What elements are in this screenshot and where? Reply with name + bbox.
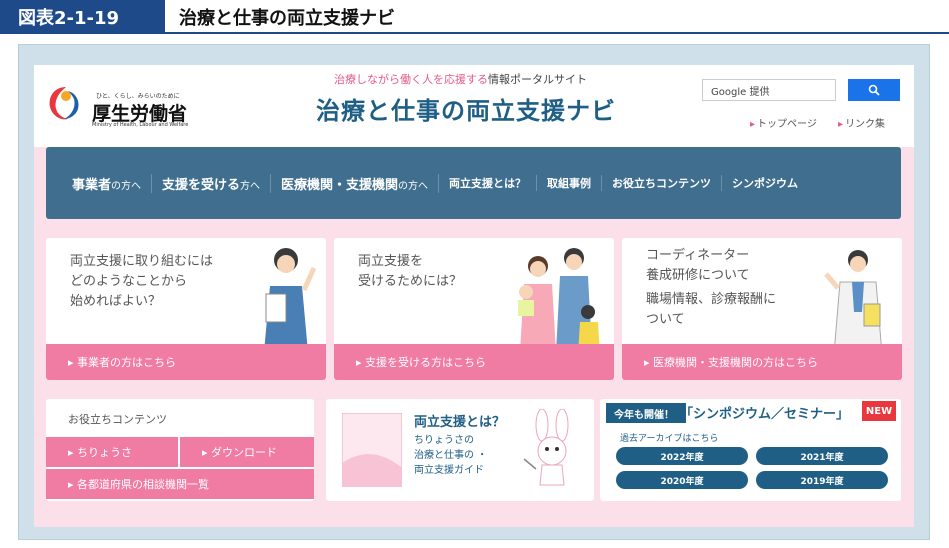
- this-year-badge: 今年も開催！: [606, 403, 686, 423]
- nav-medical-institutions[interactable]: 医療機関・支援機関の方へ: [271, 173, 440, 193]
- year-2022-button[interactable]: 2022年度: [616, 447, 748, 465]
- arrow-icon: ▸: [750, 119, 756, 130]
- arrow-icon: ▸: [644, 355, 654, 369]
- useful-contents-card: お役立ちコンテンツ ▸ ちりょうさ ▸ ダウンロード ▸ 各都道府県の相談機関一…: [46, 399, 314, 501]
- arrow-icon: ▸: [68, 355, 78, 369]
- guide-text: ちりょうさの 治療と仕事の ・両立支援ガイド: [414, 435, 488, 476]
- chiryousa-button[interactable]: ▸ ちりょうさ: [46, 437, 179, 467]
- nav-case-studies[interactable]: 取組事例: [537, 175, 603, 191]
- year-2019-button[interactable]: 2019年度: [756, 471, 888, 489]
- arrow-icon: ▸: [68, 445, 78, 459]
- card-text: 両立支援に取り組むには どのようなことから 始めればよい？: [70, 254, 214, 309]
- top-links: ▸ トップページ ▸ リンク集: [750, 115, 885, 130]
- card-text: 両立支援を 受けるためには？: [358, 254, 463, 289]
- symposium-card[interactable]: 今年も開催！ 「シンポジウム／セミナー」 NEW 過去アーカイブはこちら 202…: [600, 399, 901, 501]
- card-support-recipients[interactable]: 両立支援を 受けるためには？ ▸ 支援を受ける方はこちら: [334, 238, 614, 380]
- tagline-pink: 治療しながら働く人を応援する: [334, 73, 488, 86]
- top-page-link[interactable]: トップページ: [757, 119, 817, 130]
- arrow-icon: ▸: [202, 445, 212, 459]
- main-nav: 事業者の方へ 支援を受ける方へ 医療機関・支援機関の方へ 両立支援とは？ 取組事…: [46, 147, 901, 219]
- links-link[interactable]: リンク集: [845, 119, 885, 130]
- nav-useful-contents[interactable]: お役立ちコンテンツ: [602, 175, 723, 191]
- search-button[interactable]: [848, 79, 900, 101]
- arrow-icon: ▸: [68, 477, 78, 491]
- nav-symposium[interactable]: シンポジウム: [722, 175, 808, 191]
- tagline: 治療しながら働く人を応援する情報ポータルサイト: [334, 71, 587, 87]
- employers-link-bar[interactable]: ▸ 事業者の方はこちら: [46, 344, 326, 380]
- nav-about[interactable]: 両立支援とは？: [439, 175, 538, 191]
- tagline-dark: 情報ポータルサイト: [488, 73, 587, 86]
- mhlw-logo[interactable]: ひと、くらし、みらいのために 厚生労働省 Ministry of Health,…: [46, 79, 196, 128]
- year-2021-button[interactable]: 2021年度: [756, 447, 888, 465]
- arrow-icon: ▸: [838, 119, 844, 130]
- figure-header: 図表2-1-19 治療と仕事の両立支援ナビ: [0, 0, 949, 34]
- card-employers[interactable]: 両立支援に取り組むには どのようなことから 始めればよい？ ▸ 事業者の方はこちら: [46, 238, 326, 380]
- rabbit-mascot-illustration: [523, 409, 569, 486]
- support-recipients-link-bar[interactable]: ▸ 支援を受ける方はこちら: [334, 344, 614, 380]
- prefecture-consultation-button[interactable]: ▸ 各都道府県の相談機関一覧: [46, 469, 314, 499]
- mhlw-emblem-icon: [49, 87, 79, 120]
- site-header: ひと、くらし、みらいのために 厚生労働省 Ministry of Health,…: [34, 65, 914, 147]
- archive-label[interactable]: 過去アーカイブはこちら: [620, 431, 718, 444]
- logo-english: Ministry of Health, Labour and Welfare: [92, 122, 189, 128]
- guidebook-image: [342, 413, 402, 487]
- symposium-title[interactable]: 「シンポジウム／セミナー」: [680, 403, 849, 422]
- download-button[interactable]: ▸ ダウンロード: [180, 437, 314, 467]
- card-medical-institutions[interactable]: コーディネーター 養成研修について 職場情報、診療報酬に ついて ▸ 医療機関・支援機…: [622, 238, 902, 380]
- arrow-icon: ▸: [356, 355, 366, 369]
- nav-employers[interactable]: 事業者の方へ: [62, 173, 153, 193]
- site-title[interactable]: 治療と仕事の両立支援ナビ: [316, 91, 616, 126]
- search-input[interactable]: Google 提供: [702, 79, 836, 101]
- card-text: コーディネーター 養成研修について 職場情報、診療報酬に ついて: [646, 248, 777, 327]
- figure-label: 図表2-1-19: [0, 0, 165, 34]
- guide-card[interactable]: 両立支援とは？ ちりょうさの 治療と仕事の ・両立支援ガイド: [326, 399, 594, 501]
- medical-link-bar[interactable]: ▸ 医療機関・支援機関の方はこちら: [622, 344, 902, 380]
- contents-header: お役立ちコンテンツ: [68, 413, 167, 426]
- search-icon: [868, 84, 880, 96]
- year-2020-button[interactable]: 2020年度: [616, 471, 748, 489]
- website: ひと、くらし、みらいのために 厚生労働省 Ministry of Health,…: [34, 65, 914, 527]
- nav-support-recipients[interactable]: 支援を受ける方へ: [152, 173, 272, 193]
- new-badge: NEW: [862, 401, 896, 421]
- figure-title: 治療と仕事の両立支援ナビ: [179, 8, 395, 29]
- guide-title: 両立支援とは？: [414, 415, 506, 430]
